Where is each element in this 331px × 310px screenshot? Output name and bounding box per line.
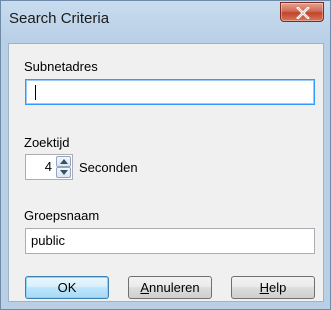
text-caret (35, 85, 36, 100)
arrow-down-icon (60, 170, 68, 175)
search-criteria-dialog: Search Criteria Subnetadres Zoektijd 4 S… (0, 0, 331, 310)
dialog-title: Search Criteria (9, 10, 110, 27)
timeout-label: Zoektijd (24, 135, 70, 150)
arrow-up-icon (60, 159, 68, 164)
spin-up-button[interactable] (56, 156, 71, 167)
title-bar[interactable]: Search Criteria (1, 1, 330, 43)
ok-label: OK (57, 280, 77, 295)
cancel-button[interactable]: Annuleren (128, 276, 212, 299)
help-label: Help (259, 280, 287, 295)
help-button[interactable]: Help (231, 276, 315, 299)
close-icon (296, 7, 310, 19)
group-name-value: public (31, 233, 65, 248)
cancel-label: Annuleren (140, 280, 200, 295)
dialog-body: Subnetadres Zoektijd 4 Seconden Groepsna… (8, 43, 324, 302)
timeout-spinner[interactable]: 4 (25, 154, 73, 180)
ok-button[interactable]: OK (25, 276, 109, 299)
group-name-input[interactable]: public (25, 228, 315, 254)
subnet-address-input[interactable] (25, 79, 315, 105)
close-button[interactable] (280, 2, 324, 22)
timeout-value: 4 (44, 159, 52, 174)
subnet-label: Subnetadres (24, 59, 98, 74)
timeout-unit: Seconden (79, 160, 138, 175)
group-name-label: Groepsnaam (24, 208, 100, 223)
spin-down-button[interactable] (56, 167, 71, 178)
